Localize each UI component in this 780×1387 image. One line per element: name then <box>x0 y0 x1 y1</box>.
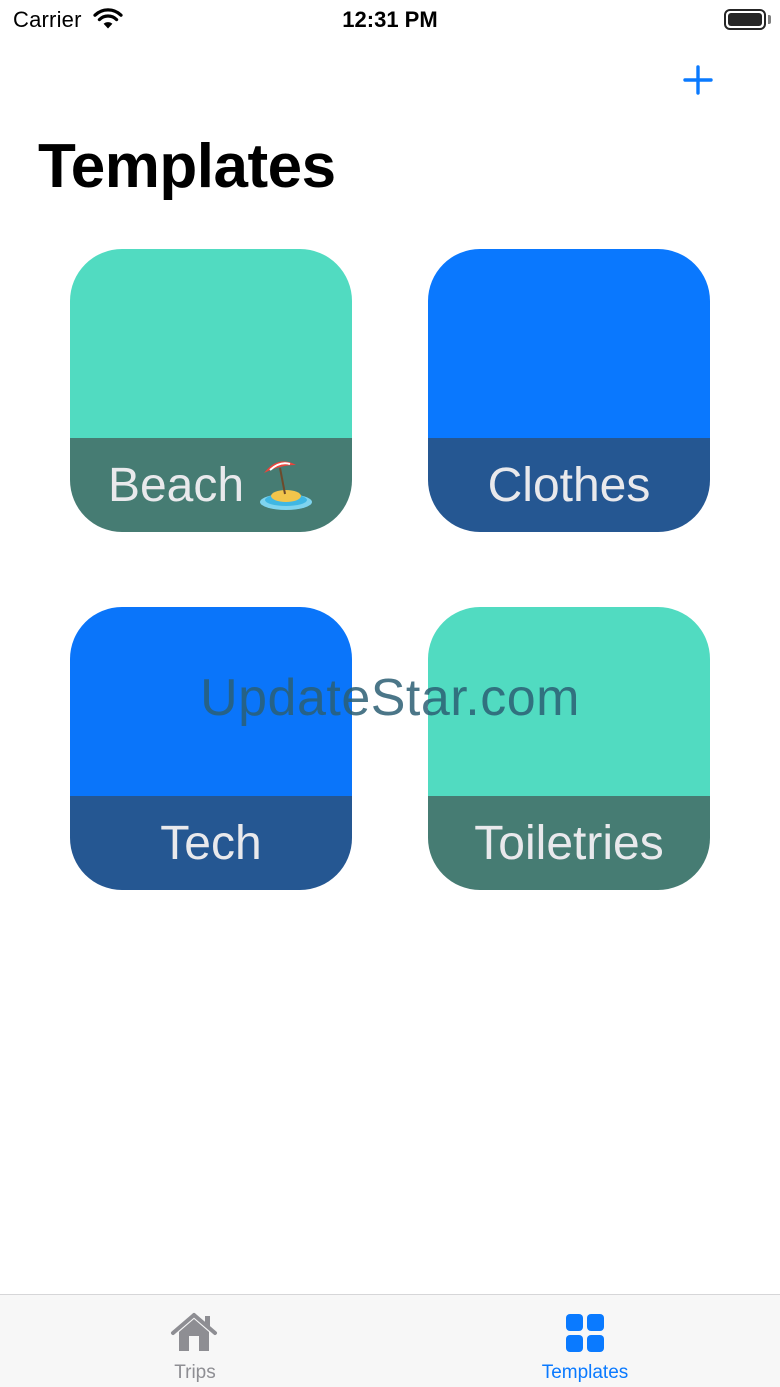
watermark: UpdateStar.com <box>200 669 580 727</box>
tab-templates[interactable]: Templates <box>390 1295 780 1387</box>
card-color-top <box>428 249 710 438</box>
house-icon <box>171 1313 217 1351</box>
card-label: Toiletries <box>474 816 664 870</box>
tab-label: Trips <box>174 1362 216 1383</box>
page-title: Templates <box>38 132 336 201</box>
battery-tip <box>768 15 771 24</box>
tab-label: Templates <box>541 1362 629 1383</box>
template-card-tech[interactable]: Tech <box>70 607 352 890</box>
card-label-band: Clothes <box>428 438 710 532</box>
card-label: Tech <box>160 816 262 870</box>
grid-icon <box>566 1314 604 1352</box>
add-template-button[interactable] <box>680 62 716 98</box>
card-label: Beach <box>107 458 245 512</box>
battery-icon <box>724 9 766 30</box>
card-color-top <box>70 249 352 438</box>
status-time: 12:31 PM <box>342 7 438 32</box>
template-card-clothes[interactable]: Clothes <box>428 249 710 532</box>
card-label-band: Beach <box>70 438 352 532</box>
card-label-band: Toiletries <box>428 796 710 890</box>
tab-trips[interactable]: Trips <box>0 1295 390 1387</box>
card-label-band: Tech <box>70 796 352 890</box>
tab-bar: Trips Templates <box>0 1294 780 1387</box>
template-card-beach[interactable]: Beach <box>70 249 352 532</box>
template-card-toiletries[interactable]: Toiletries <box>428 607 710 890</box>
beach-umbrella-icon <box>260 461 313 510</box>
status-bar: Carrier 12:31 PM <box>0 0 780 40</box>
battery-level <box>728 13 762 26</box>
plus-icon <box>683 65 713 95</box>
card-label: Clothes <box>487 458 651 512</box>
